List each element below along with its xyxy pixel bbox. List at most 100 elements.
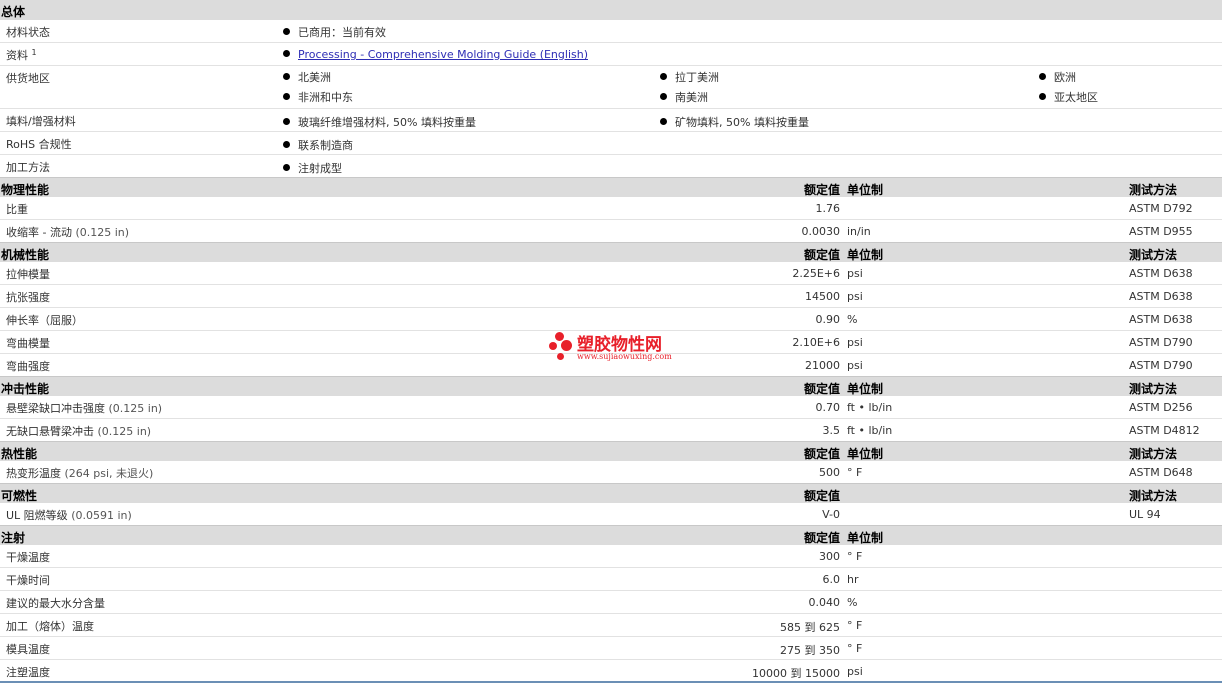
test-method: ASTM D648 xyxy=(1129,466,1193,479)
property-value: 0.040 xyxy=(808,596,841,609)
property-unit: ft • lb/in xyxy=(847,401,893,414)
property-label: 热变形温度 (264 psi, 未退火) xyxy=(6,467,154,480)
bullet-icon xyxy=(283,28,290,35)
row-rohs: RoHS 合规性 联系制造商 xyxy=(0,132,1222,155)
row-label: 资料 1 xyxy=(6,48,37,62)
property-row: 比重 1.76 ASTM D792 xyxy=(0,197,1222,220)
property-label: 加工（熔体）温度 xyxy=(6,620,94,633)
section-injection-header: 注射 额定值 单位制 xyxy=(0,525,1222,545)
property-unit: psi xyxy=(847,336,863,349)
property-row: 伸长率（屈服） 0.90 % ASTM D638 xyxy=(0,308,1222,331)
property-value: 3.5 xyxy=(822,424,841,437)
nominal-header: 额定值 xyxy=(803,248,840,262)
bullet-icon xyxy=(283,164,290,171)
row-label: 填料/增强材料 xyxy=(6,115,76,128)
property-label: 建议的最大水分含量 xyxy=(6,597,105,610)
molding-guide-link[interactable]: Processing - Comprehensive Molding Guide… xyxy=(298,48,588,61)
unit-header: 单位制 xyxy=(847,531,884,545)
property-label: 伸长率（屈服） xyxy=(6,314,83,327)
property-label: 抗张强度 xyxy=(6,291,50,304)
property-unit: ° F xyxy=(847,642,863,655)
section-mechanical-header: 机械性能 额定值 单位制 测试方法 xyxy=(0,242,1222,262)
property-unit: hr xyxy=(847,573,859,586)
property-label: 弯曲强度 xyxy=(6,360,50,373)
watermark-url: www.sujiaowuxing.com xyxy=(577,352,672,361)
nominal-header: 额定值 xyxy=(803,382,840,396)
nominal-header: 额定值 xyxy=(803,183,840,197)
property-row: 拉伸模量 2.25E+6 psi ASTM D638 xyxy=(0,262,1222,285)
property-value: 6.0 xyxy=(822,573,841,586)
property-value: 1.76 xyxy=(815,202,841,215)
property-value: 14500 xyxy=(805,290,840,303)
bullet-icon xyxy=(283,118,290,125)
test-method: ASTM D792 xyxy=(1129,202,1193,215)
method-header: 测试方法 xyxy=(1129,489,1178,503)
nominal-header: 额定值 xyxy=(803,489,840,503)
section-title: 热性能 xyxy=(1,447,38,461)
test-method: ASTM D638 xyxy=(1129,267,1193,280)
property-unit: psi xyxy=(847,359,863,372)
property-unit: psi xyxy=(847,290,863,303)
property-value: V-0 xyxy=(822,508,840,521)
section-title: 冲击性能 xyxy=(1,382,50,396)
property-unit: ° F xyxy=(847,466,863,479)
bullet-item: 已商用：当前有效 xyxy=(283,24,386,40)
property-row: 注塑温度 10000 到 15000 psi xyxy=(0,660,1222,683)
watermark-dot xyxy=(557,353,564,360)
property-row: 干燥温度 300 ° F xyxy=(0,545,1222,568)
property-row: 悬壁梁缺口冲击强度 (0.125 in) 0.70 ft • lb/in AST… xyxy=(0,396,1222,419)
test-method: ASTM D638 xyxy=(1129,313,1193,326)
unit-header: 单位制 xyxy=(847,382,884,396)
row-filler: 填料/增强材料 玻璃纤维增强材料, 50% 填料按重量 矿物填料, 50% 填料… xyxy=(0,109,1222,132)
nominal-header: 额定值 xyxy=(803,531,840,545)
test-method: ASTM D256 xyxy=(1129,401,1193,414)
bullet-icon xyxy=(660,93,667,100)
region-item: 南美洲 xyxy=(660,89,708,105)
property-value: 0.90 xyxy=(815,313,841,326)
watermark-dot xyxy=(555,332,564,341)
property-value: 21000 xyxy=(805,359,840,372)
property-value: 585 到 625 xyxy=(780,621,840,634)
property-label: 注塑温度 xyxy=(6,666,50,679)
section-general-header: 总体 xyxy=(0,0,1222,20)
property-value: 275 到 350 xyxy=(780,644,840,657)
section-title: 物理性能 xyxy=(1,183,50,197)
property-row: 建议的最大水分含量 0.040 % xyxy=(0,591,1222,614)
section-thermal-header: 热性能 额定值 单位制 测试方法 xyxy=(0,441,1222,461)
region-item: 亚太地区 xyxy=(1039,89,1098,105)
property-row: UL 阻燃等级 (0.0591 in) V-0 UL 94 xyxy=(0,503,1222,525)
section-title: 可燃性 xyxy=(1,489,38,503)
region-item: 欧洲 xyxy=(1039,69,1076,85)
region-item: 拉丁美洲 xyxy=(660,69,719,85)
bullet-icon xyxy=(1039,73,1046,80)
method-header: 测试方法 xyxy=(1129,382,1178,396)
test-method: ASTM D790 xyxy=(1129,336,1193,349)
property-label: 干燥时间 xyxy=(6,574,50,587)
watermark-dot xyxy=(549,342,557,350)
property-value: 300 xyxy=(819,550,840,563)
section-title: 总体 xyxy=(1,5,26,19)
property-label: 模具温度 xyxy=(6,643,50,656)
unit-header: 单位制 xyxy=(847,248,884,262)
property-row: 加工（熔体）温度 585 到 625 ° F xyxy=(0,614,1222,637)
row-label: 供货地区 xyxy=(6,72,50,85)
property-label: 干燥温度 xyxy=(6,551,50,564)
test-method: ASTM D955 xyxy=(1129,225,1193,238)
bullet-icon xyxy=(283,93,290,100)
property-row: 无缺口悬臂梁冲击 (0.125 in) 3.5 ft • lb/in ASTM … xyxy=(0,419,1222,441)
method-header: 测试方法 xyxy=(1129,447,1178,461)
property-unit: % xyxy=(847,596,858,609)
row-documents: 资料 1 Processing - Comprehensive Molding … xyxy=(0,43,1222,66)
property-label: 悬壁梁缺口冲击强度 (0.125 in) xyxy=(6,402,163,415)
property-label: 拉伸模量 xyxy=(6,268,50,281)
bullet-icon xyxy=(660,118,667,125)
property-row: 抗张强度 14500 psi ASTM D638 xyxy=(0,285,1222,308)
bullet-icon xyxy=(660,73,667,80)
footnote-marker: 1 xyxy=(31,48,37,57)
row-material-status: 材料状态 已商用：当前有效 xyxy=(0,20,1222,43)
property-unit: in/in xyxy=(847,225,871,238)
test-method: ASTM D790 xyxy=(1129,359,1193,372)
property-label: 弯曲模量 xyxy=(6,337,50,350)
property-unit: ft • lb/in xyxy=(847,424,893,437)
method-header: 测试方法 xyxy=(1129,248,1178,262)
